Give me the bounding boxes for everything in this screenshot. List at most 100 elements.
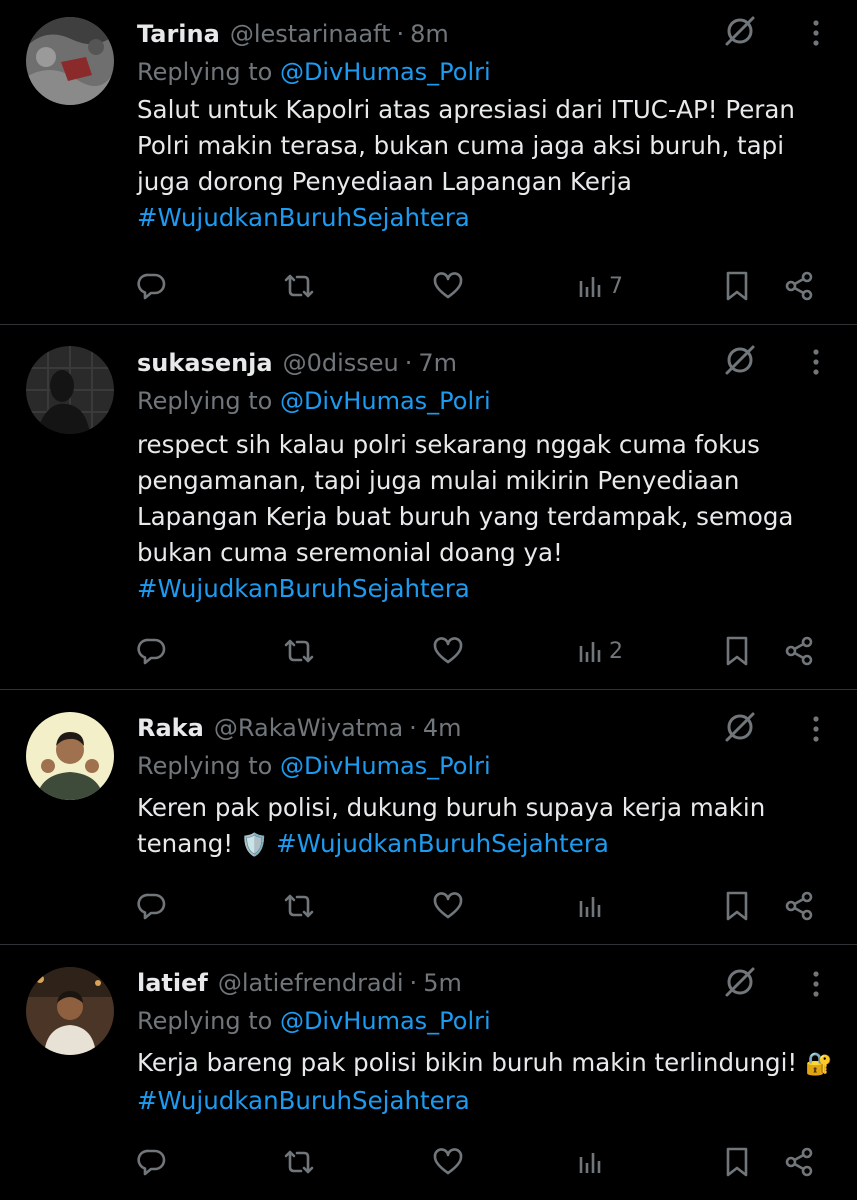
reply-feed: Tarina @lestarinaaft · 8m Replying to @D…: [0, 0, 857, 1200]
views-button[interactable]: [577, 886, 605, 926]
separator: ·: [404, 349, 413, 377]
retweet-button[interactable]: [282, 886, 316, 926]
tweet[interactable]: Tarina @lestarinaaft · 8m Replying to @D…: [0, 0, 857, 325]
share-button[interactable]: [783, 886, 815, 926]
shield-icon: 🛡️: [240, 833, 269, 858]
reply-button[interactable]: [137, 1142, 167, 1182]
lock-icon: 🔐: [805, 1052, 833, 1077]
views-icon: [579, 1153, 601, 1173]
tweet-body: Kerja bareng pak polisi bikin buruh maki…: [137, 1048, 798, 1077]
display-name[interactable]: Tarina: [137, 20, 220, 48]
share-icon: [785, 891, 813, 921]
share-button[interactable]: [783, 631, 815, 671]
avatar[interactable]: [26, 967, 114, 1055]
more-options-icon[interactable]: [806, 18, 826, 48]
hashtag-link[interactable]: #WujudkanBuruhSejahtera: [137, 574, 470, 603]
views-icon: [579, 277, 601, 297]
mention-link[interactable]: @DivHumas_Polri: [280, 387, 491, 415]
avatar[interactable]: [26, 17, 114, 105]
like-button[interactable]: [432, 1142, 464, 1182]
grok-icon[interactable]: [722, 964, 758, 1000]
reply-button[interactable]: [137, 266, 167, 306]
replying-to-label: Replying to: [137, 58, 273, 86]
share-button[interactable]: [783, 266, 815, 306]
hashtag-link[interactable]: #WujudkanBuruhSejahtera: [276, 829, 609, 858]
user-handle[interactable]: @lestarinaaft: [230, 20, 391, 48]
mention-link[interactable]: @DivHumas_Polri: [280, 58, 491, 86]
bookmark-button[interactable]: [723, 631, 751, 671]
heart-icon: [433, 272, 463, 299]
retweet-button[interactable]: [282, 631, 316, 671]
views-count: 7: [609, 273, 623, 299]
views-icon: [579, 642, 601, 662]
retweet-icon: [284, 1150, 314, 1174]
grok-icon[interactable]: [722, 342, 758, 378]
replying-to: Replying to @DivHumas_Polri: [137, 1003, 837, 1039]
tweet-actions: 2: [137, 631, 827, 671]
replying-to-label: Replying to: [137, 1007, 273, 1035]
heart-icon: [433, 892, 463, 919]
more-options-icon[interactable]: [806, 969, 826, 999]
share-icon: [785, 636, 813, 666]
timestamp[interactable]: 8m: [410, 20, 449, 48]
tweet-actions: [137, 1142, 827, 1182]
timestamp[interactable]: 4m: [423, 714, 462, 742]
tweet[interactable]: sukasenja @0disseu · 7m Replying to @Div…: [0, 325, 857, 690]
display-name[interactable]: latief: [137, 969, 208, 997]
reply-button[interactable]: [137, 886, 167, 926]
mention-link[interactable]: @DivHumas_Polri: [280, 752, 491, 780]
hashtag-link[interactable]: #WujudkanBuruhSejahtera: [137, 203, 470, 232]
replying-to: Replying to @DivHumas_Polri: [137, 54, 837, 90]
tweet[interactable]: Raka @RakaWiyatma · 4m Replying to @DivH…: [0, 690, 857, 945]
heart-icon: [433, 637, 463, 664]
views-icon: [579, 897, 601, 917]
user-handle[interactable]: @RakaWiyatma: [214, 714, 403, 742]
retweet-button[interactable]: [282, 266, 316, 306]
like-button[interactable]: [432, 886, 464, 926]
bookmark-button[interactable]: [723, 1142, 751, 1182]
heart-icon: [433, 1148, 463, 1175]
bookmark-icon: [726, 1147, 748, 1177]
tweet-body: respect sih kalau polri sekarang nggak c…: [137, 430, 794, 567]
views-button[interactable]: 2: [577, 631, 623, 671]
more-options-icon[interactable]: [806, 714, 826, 744]
mention-link[interactable]: @DivHumas_Polri: [280, 1007, 491, 1035]
tweet-text: Keren pak polisi, dukung buruh supaya ke…: [137, 790, 837, 864]
display-name[interactable]: sukasenja: [137, 349, 273, 377]
tweet-text: Salut untuk Kapolri atas apresiasi dari …: [137, 92, 837, 236]
separator: ·: [409, 969, 418, 997]
share-button[interactable]: [783, 1142, 815, 1182]
avatar[interactable]: [26, 712, 114, 800]
replying-to-label: Replying to: [137, 387, 273, 415]
replying-to: Replying to @DivHumas_Polri: [137, 383, 837, 419]
timestamp[interactable]: 5m: [423, 969, 462, 997]
share-icon: [785, 1147, 813, 1177]
tweet[interactable]: latief @latiefrendradi · 5m Replying to …: [0, 945, 857, 1200]
user-handle[interactable]: @latiefrendradi: [218, 969, 404, 997]
reply-icon: [137, 273, 166, 300]
tweet-text: respect sih kalau polri sekarang nggak c…: [137, 427, 837, 607]
share-icon: [785, 271, 813, 301]
avatar[interactable]: [26, 346, 114, 434]
separator: ·: [409, 714, 417, 742]
more-options-icon[interactable]: [806, 347, 826, 377]
grok-icon[interactable]: [722, 13, 758, 49]
bookmark-button[interactable]: [723, 886, 751, 926]
like-button[interactable]: [432, 266, 464, 306]
retweet-button[interactable]: [282, 1142, 316, 1182]
grok-icon[interactable]: [722, 709, 758, 745]
like-button[interactable]: [432, 631, 464, 671]
views-button[interactable]: 7: [577, 266, 623, 306]
user-handle[interactable]: @0disseu: [283, 349, 399, 377]
replying-to: Replying to @DivHumas_Polri: [137, 748, 837, 784]
hashtag-link[interactable]: #WujudkanBuruhSejahtera: [137, 1086, 470, 1115]
display-name[interactable]: Raka: [137, 714, 204, 742]
timestamp[interactable]: 7m: [418, 349, 457, 377]
bookmark-button[interactable]: [723, 266, 751, 306]
views-button[interactable]: [577, 1142, 605, 1182]
reply-icon: [137, 638, 166, 665]
bookmark-icon: [726, 271, 748, 301]
reply-button[interactable]: [137, 631, 167, 671]
replying-to-label: Replying to: [137, 752, 273, 780]
retweet-icon: [284, 639, 314, 663]
